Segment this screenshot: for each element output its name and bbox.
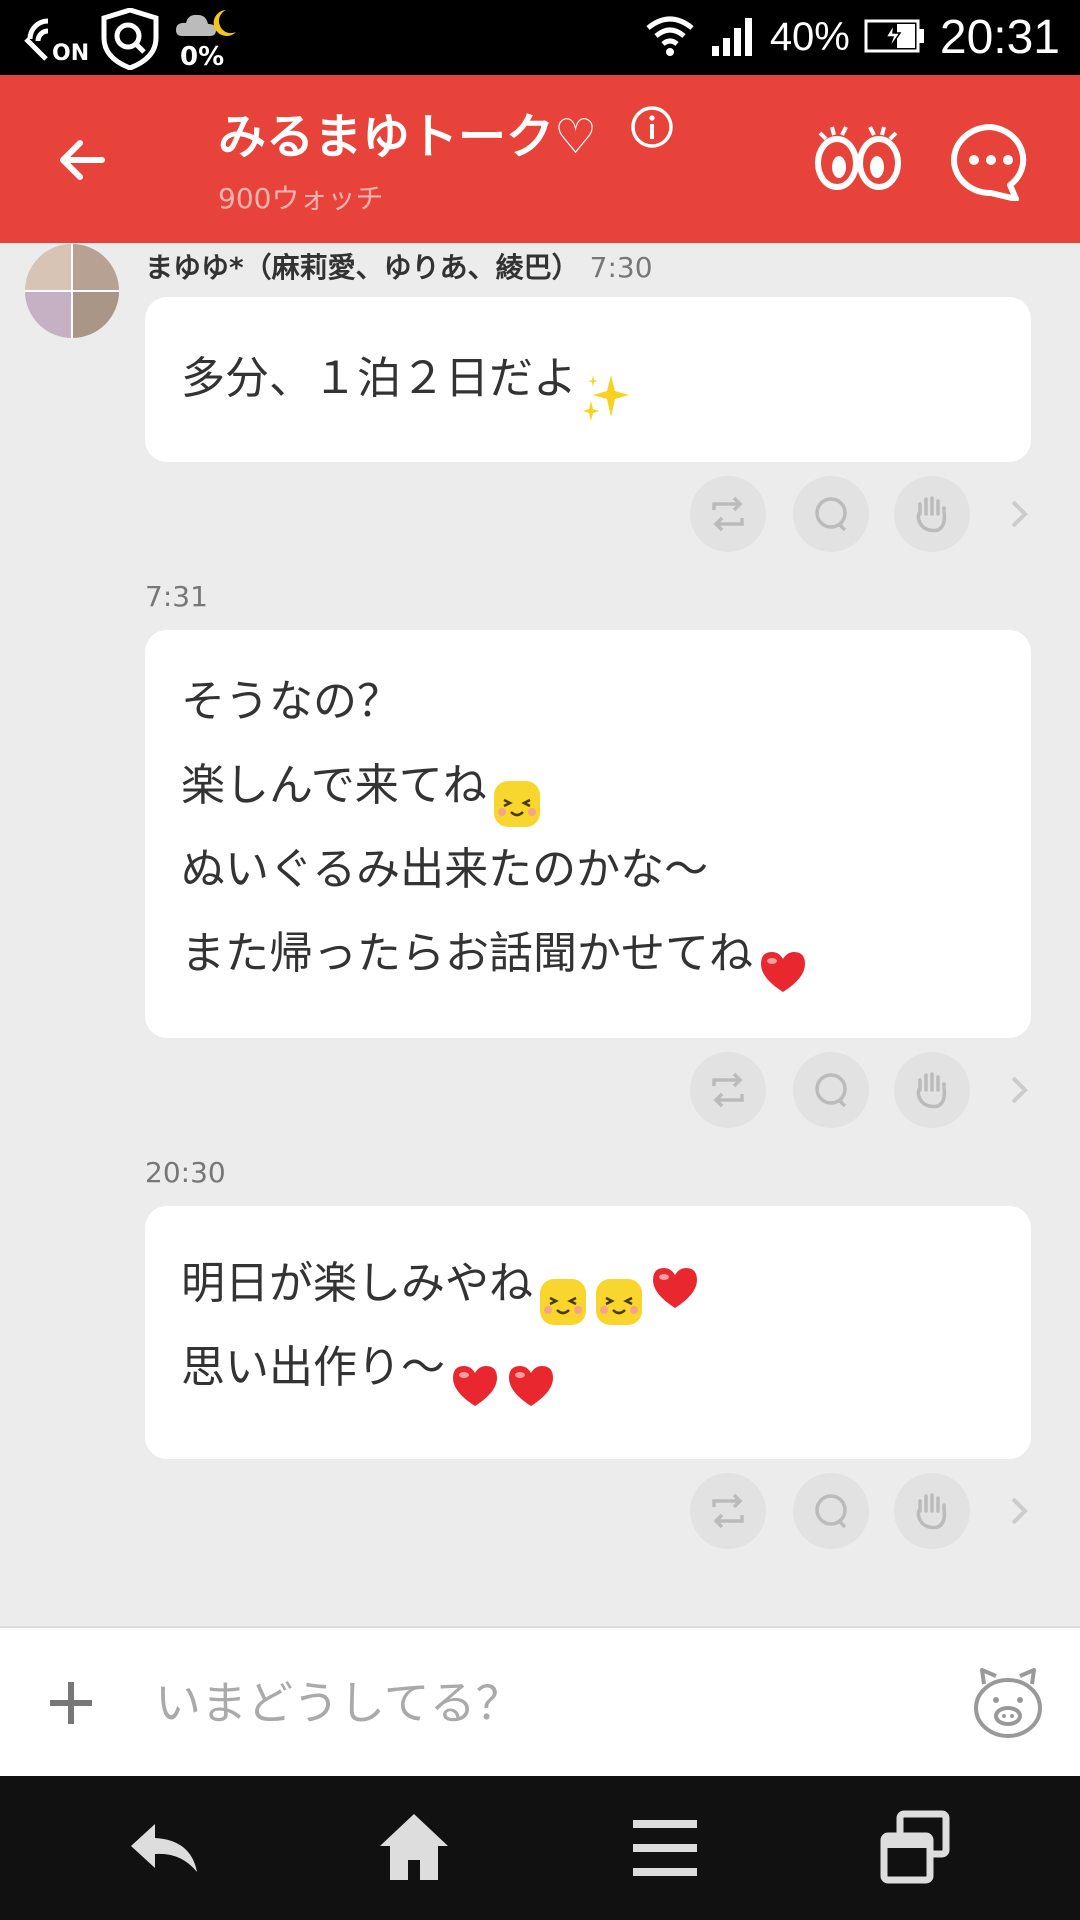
- comment-button[interactable]: [793, 1052, 869, 1128]
- repost-button[interactable]: [690, 1473, 766, 1549]
- heart-emoji-icon: [757, 942, 809, 994]
- page-title: みるまゆトーク♡: [218, 109, 598, 165]
- message-text: そうなの？: [181, 676, 401, 727]
- repost-icon: [712, 1072, 744, 1108]
- repost-icon: [712, 1493, 744, 1529]
- avatar[interactable]: [25, 244, 119, 338]
- cheer-button[interactable]: [894, 1473, 970, 1549]
- message-actions: [0, 472, 1080, 556]
- message-text: 明日が楽しみやね: [181, 1258, 533, 1309]
- weather-icon: 0%: [172, 6, 242, 72]
- status-right: 40% 20:31: [644, 0, 1060, 75]
- message-actions: [0, 1469, 1080, 1553]
- signal-icon: [710, 16, 756, 60]
- info-icon[interactable]: [630, 105, 674, 149]
- comment-icon: [815, 1073, 847, 1108]
- message-bubble[interactable]: そうなの？ 楽しんで来てね ぬいぐるみ出来たのかな〜 また帰ったらお話聞かせてね: [145, 630, 1031, 1038]
- cheer-button[interactable]: [894, 1052, 970, 1128]
- sender-line: まゆゆ*（麻莉愛、ゆりあ、綾巴） 7:30: [145, 246, 653, 286]
- message-text: 思い出作り〜: [181, 1342, 445, 1393]
- status-bar: ON 0% 40% 20:31: [0, 0, 1080, 75]
- repost-button[interactable]: [690, 476, 766, 552]
- message-text: 楽しんで来てね: [181, 760, 487, 811]
- heart-emoji-icon: [449, 1356, 501, 1408]
- smile-emoji-icon: [593, 1272, 645, 1325]
- back-arrow-icon[interactable]: [50, 125, 120, 195]
- comment-button[interactable]: [793, 476, 869, 552]
- cheer-hand-icon: [916, 1072, 947, 1109]
- message-bubble[interactable]: 多分、１泊２日だよ: [145, 297, 1031, 462]
- chevron-right-icon[interactable]: [1005, 494, 1033, 534]
- message-text: 多分、１泊２日だよ: [181, 353, 577, 404]
- watch-count: 900ウォッチ: [218, 182, 384, 215]
- comment-button[interactable]: [793, 1473, 869, 1549]
- status-left: ON 0%: [24, 6, 242, 72]
- chevron-right-icon[interactable]: [1005, 1491, 1033, 1531]
- nfc-icon: ON: [24, 9, 90, 69]
- message-line: また帰ったらお話聞かせてね: [181, 912, 995, 996]
- watch-eyes-icon[interactable]: [812, 123, 904, 193]
- clock: 20:31: [939, 11, 1060, 64]
- sticker-pig-icon[interactable]: [970, 1664, 1046, 1740]
- cheer-hand-icon: [916, 496, 947, 533]
- plus-icon[interactable]: [46, 1678, 96, 1728]
- message-line: 多分、１泊２日だよ: [181, 337, 995, 421]
- nav-recent-apps-icon[interactable]: [876, 1810, 956, 1886]
- sparkles-icon: [581, 367, 633, 421]
- message-bubble[interactable]: 明日が楽しみやね 思い出作り〜: [145, 1206, 1031, 1459]
- nav-back-icon[interactable]: [125, 1810, 205, 1886]
- cheer-button[interactable]: [894, 476, 970, 552]
- wifi-icon: [644, 14, 696, 62]
- composer-bar: [0, 1626, 1080, 1776]
- chevron-right-icon[interactable]: [1005, 1070, 1033, 1110]
- message-line: 楽しんで来てね: [181, 744, 995, 828]
- message-time: 20:30: [145, 1156, 226, 1189]
- message-line: 明日が楽しみやね: [181, 1242, 995, 1326]
- cheer-hand-icon: [916, 1493, 947, 1530]
- more-options-icon[interactable]: [950, 123, 1032, 202]
- nav-menu-icon[interactable]: [625, 1810, 705, 1886]
- message-time: 7:31: [145, 580, 208, 613]
- sender-name: まゆゆ*（麻莉愛、ゆりあ、綾巴）: [145, 251, 580, 284]
- smile-emoji-icon: [537, 1272, 589, 1325]
- app-header: みるまゆトーク♡ 900ウォッチ: [0, 75, 1080, 243]
- repost-button[interactable]: [690, 1052, 766, 1128]
- message-actions: [0, 1048, 1080, 1132]
- message-line: そうなの？: [181, 660, 995, 744]
- heart-emoji-icon: [649, 1258, 701, 1310]
- comment-icon: [815, 1494, 847, 1529]
- message-time: 7:30: [589, 251, 653, 284]
- message-text: ぬいぐるみ出来たのかな〜: [181, 844, 709, 895]
- battery-charging-icon: [864, 18, 926, 58]
- nav-home-icon[interactable]: [374, 1810, 454, 1886]
- security-shield-icon: [100, 7, 160, 71]
- weather-percent: 0%: [180, 42, 225, 72]
- message-input[interactable]: [155, 1658, 935, 1748]
- heart-emoji-icon: [505, 1356, 557, 1408]
- message-line: ぬいぐるみ出来たのかな〜: [181, 828, 995, 912]
- repost-icon: [712, 496, 744, 532]
- system-nav-bar: [0, 1776, 1080, 1920]
- message-text: また帰ったらお話聞かせてね: [181, 928, 753, 979]
- nfc-label: ON: [52, 41, 90, 66]
- message-line: 思い出作り〜: [181, 1326, 995, 1410]
- battery-percent: 40%: [769, 15, 850, 59]
- comment-icon: [815, 497, 847, 532]
- smile-emoji-icon: [491, 774, 543, 827]
